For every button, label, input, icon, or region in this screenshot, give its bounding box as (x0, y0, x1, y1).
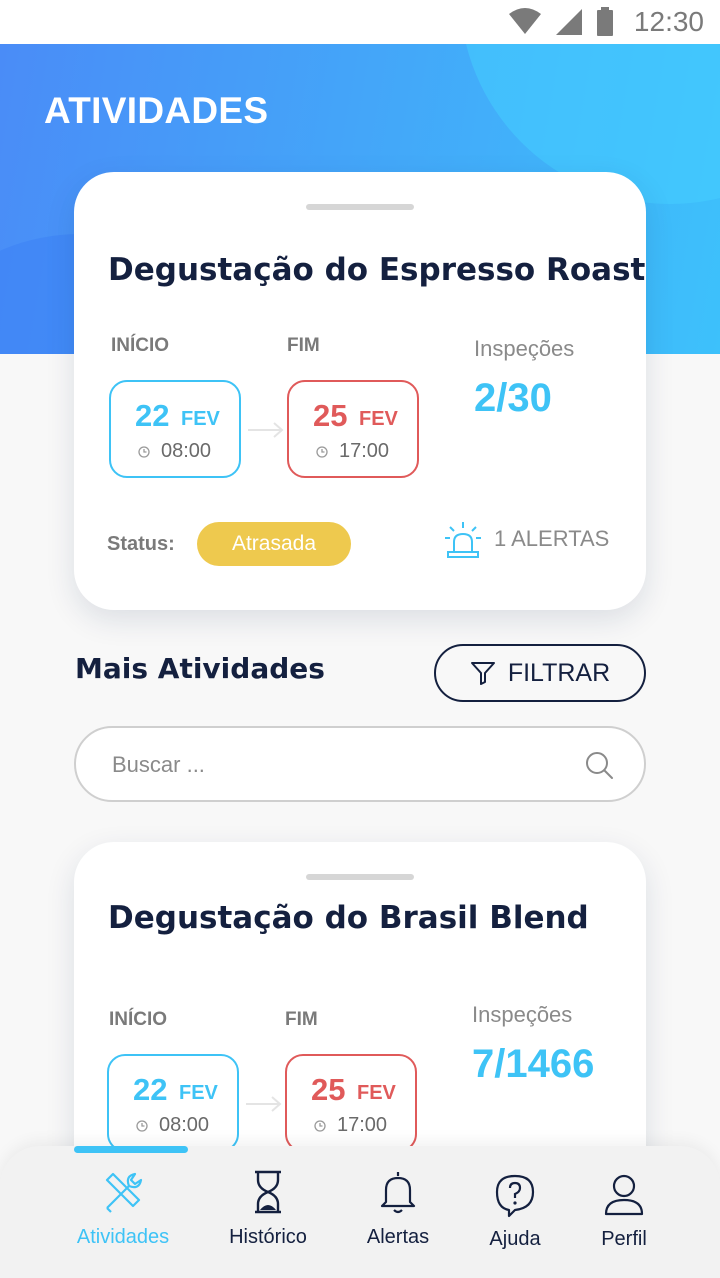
featured-activity-card[interactable]: Degustação do Espresso Roast INÍCIO FIM … (74, 172, 646, 610)
end-label: FIM (287, 335, 320, 356)
inspections-value: 2/30 (474, 376, 552, 420)
hourglass-icon (255, 1170, 281, 1214)
start-date-box: 22 FEV 08:00 (109, 380, 241, 478)
filter-icon (470, 662, 495, 685)
status-label: Status: (107, 533, 175, 555)
status-badge: Atrasada (197, 522, 351, 566)
tools-icon (105, 1172, 143, 1213)
active-tab-indicator (74, 1146, 188, 1153)
filter-button[interactable]: FILTRAR (434, 644, 646, 702)
card-handle (306, 204, 414, 210)
inspections-value: 7/1466 (472, 1042, 595, 1086)
bottom-navigation: Atividades Histórico Alertas Ajuda Perfi… (0, 1146, 720, 1278)
nav-item-alertas[interactable]: Alertas (338, 1168, 458, 1268)
start-month: FEV (179, 1082, 218, 1104)
clock-icon (136, 1120, 148, 1132)
end-day: 25 (311, 1072, 346, 1107)
inspections-label: Inspeções (472, 1002, 573, 1027)
help-icon (495, 1174, 535, 1218)
siren-icon (445, 522, 481, 558)
end-month: FEV (357, 1082, 396, 1104)
filter-label: FILTRAR (507, 658, 611, 687)
end-time: 17:00 (337, 1114, 388, 1136)
nav-label: Perfil (601, 1228, 647, 1250)
nav-label: Atividades (76, 1226, 170, 1248)
alerts-count: 1 ALERTAS (494, 526, 610, 551)
inspections-label: Inspeções (474, 336, 575, 361)
nav-label: Ajuda (489, 1228, 541, 1250)
nav-item-ajuda[interactable]: Ajuda (455, 1170, 575, 1270)
start-day: 22 (133, 1072, 168, 1107)
clock-icon (138, 446, 150, 458)
section-title: Mais Atividades (75, 652, 325, 685)
card-handle (306, 874, 414, 880)
end-time: 17:00 (339, 440, 390, 462)
end-month: FEV (359, 408, 398, 430)
status-bar: 12:30 (0, 0, 720, 44)
arrow-right-icon (248, 422, 284, 438)
bell-icon (380, 1172, 416, 1214)
search-input[interactable] (112, 746, 552, 784)
page-title: ATIVIDADES (44, 90, 269, 131)
alerts-link[interactable]: 1 ALERTAS (442, 518, 609, 560)
start-label: INÍCIO (111, 335, 170, 356)
end-date-box: 25 FEV 17:00 (285, 1054, 417, 1152)
start-time: 08:00 (161, 440, 212, 462)
nav-item-perfil[interactable]: Perfil (564, 1170, 684, 1270)
start-label: INÍCIO (109, 1009, 168, 1030)
search-field[interactable] (74, 726, 646, 802)
wifi-icon (508, 8, 541, 34)
clock-icon (314, 1120, 326, 1132)
start-date-box: 22 FEV 08:00 (107, 1054, 239, 1152)
start-month: FEV (181, 408, 220, 430)
nav-item-atividades[interactable]: Atividades (63, 1168, 183, 1268)
signal-icon (555, 9, 582, 35)
end-day: 25 (313, 398, 348, 433)
search-icon[interactable] (584, 750, 614, 780)
end-label: FIM (285, 1009, 318, 1030)
end-date-box: 25 FEV 17:00 (287, 380, 419, 478)
user-icon (604, 1174, 644, 1216)
start-time: 08:00 (159, 1114, 210, 1136)
nav-item-historico[interactable]: Histórico (208, 1168, 328, 1268)
status-time: 12:30 (633, 6, 704, 37)
start-day: 22 (135, 398, 170, 433)
nav-label: Alertas (366, 1226, 430, 1248)
nav-label: Histórico (229, 1226, 307, 1248)
battery-icon (596, 7, 613, 36)
clock-icon (316, 446, 328, 458)
activity-title: Degustação do Brasil Blend (108, 900, 589, 936)
activity-title: Degustação do Espresso Roast (108, 252, 646, 288)
arrow-right-icon (246, 1096, 282, 1112)
